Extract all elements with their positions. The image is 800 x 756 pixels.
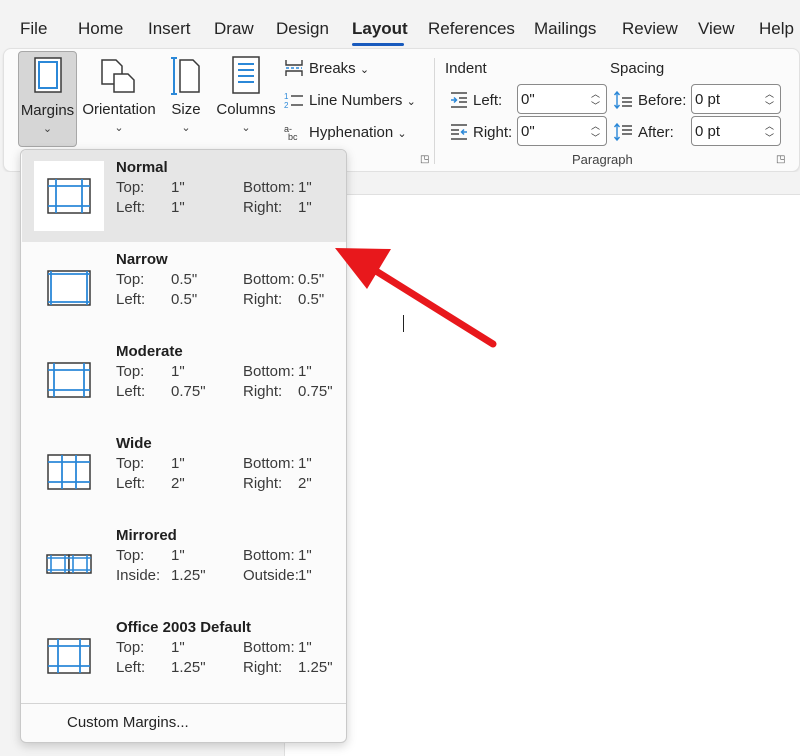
- annotation-arrow-icon: [335, 248, 497, 348]
